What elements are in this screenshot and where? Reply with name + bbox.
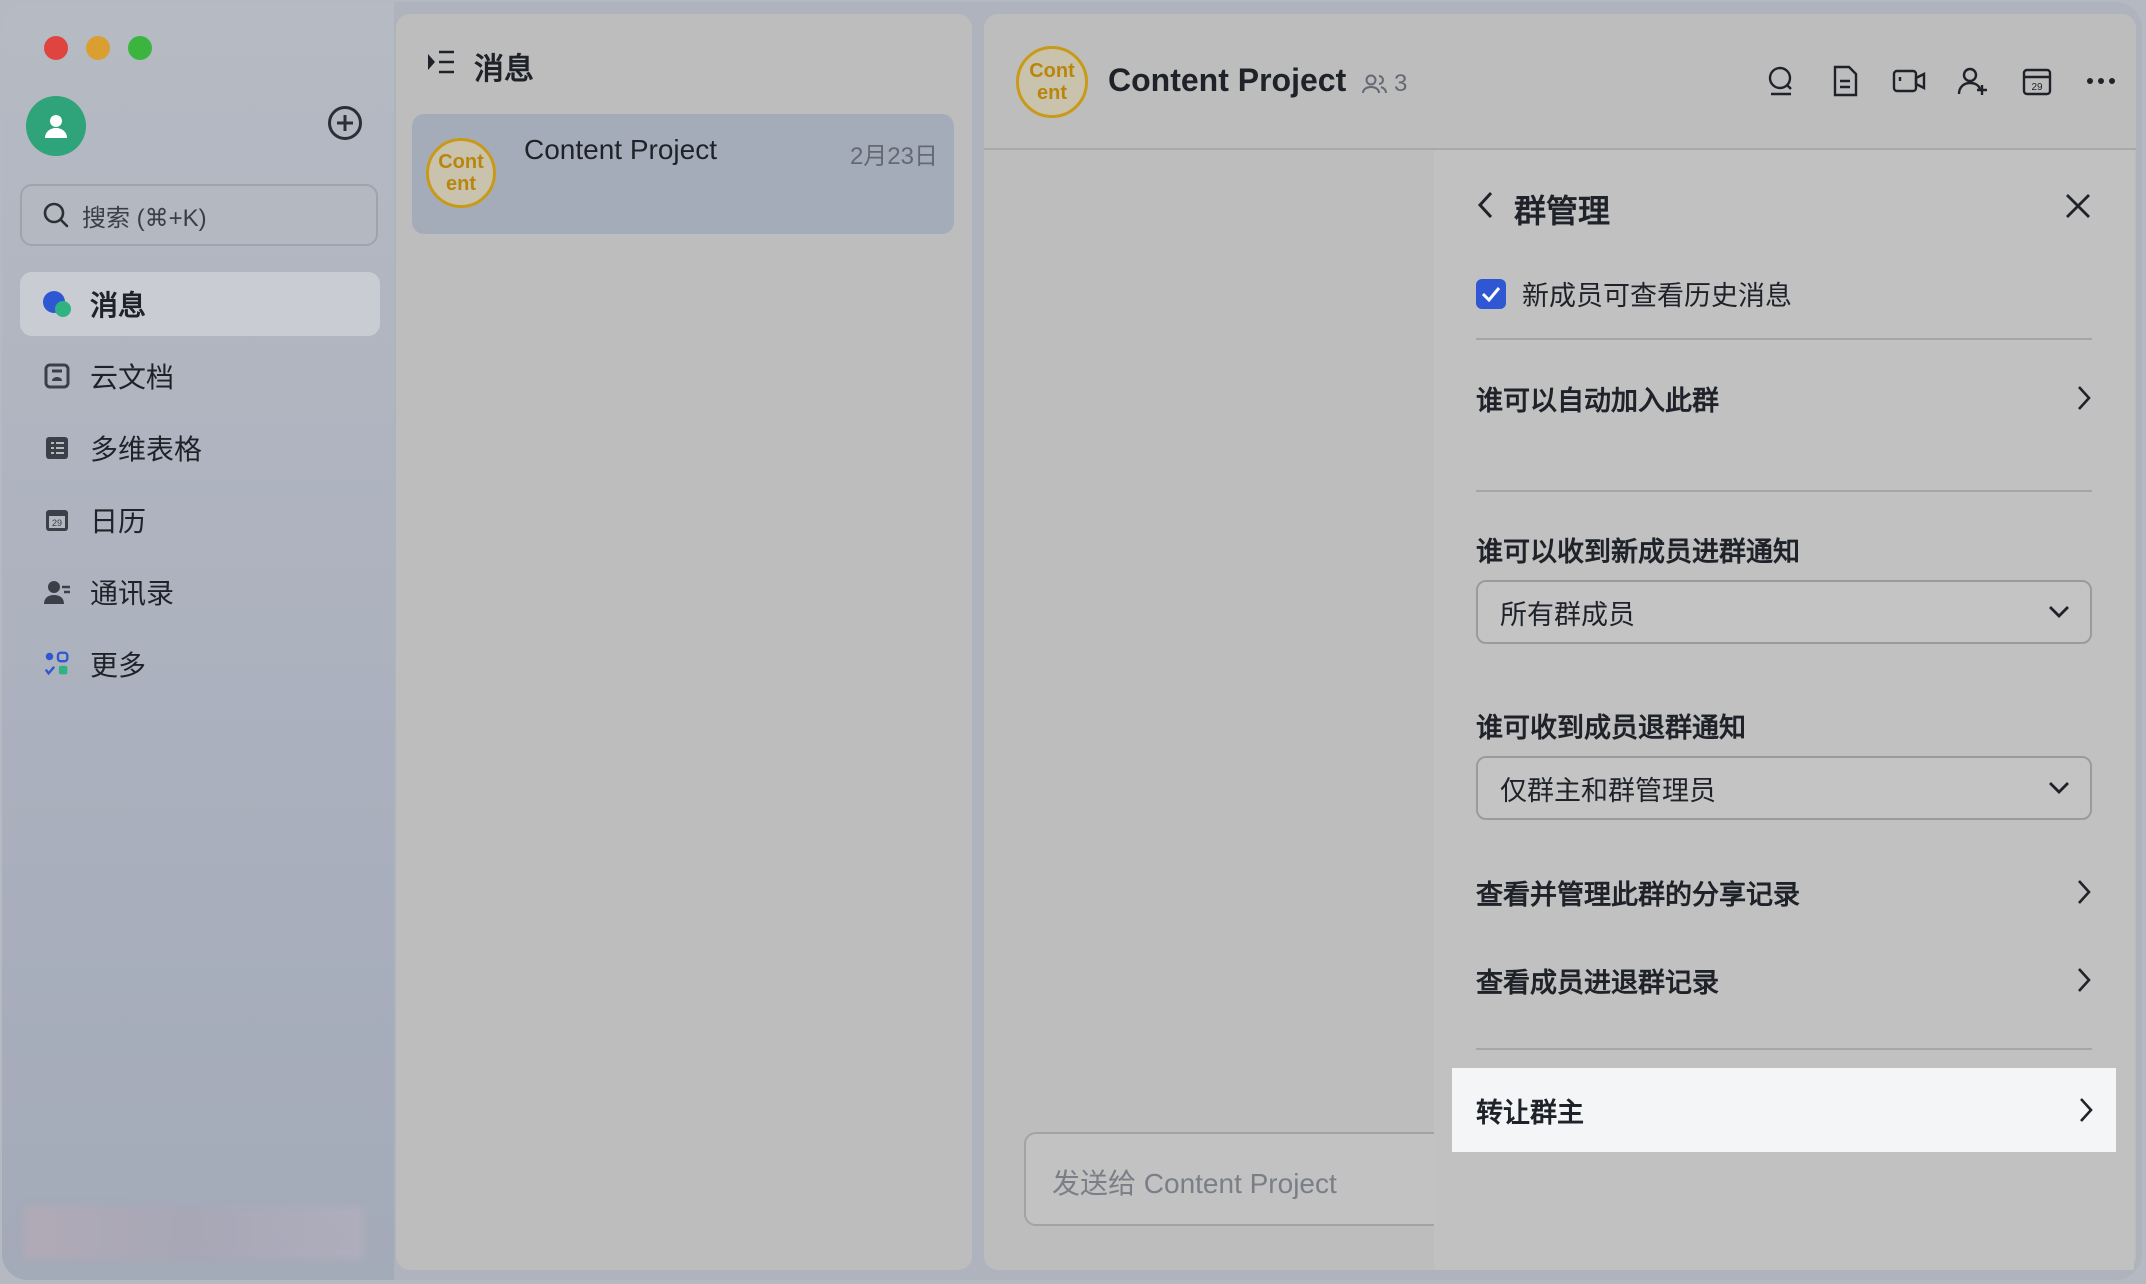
message-list-header: 消息 [426,44,534,88]
sidebar-item-calendar[interactable]: 29 日历 [20,488,380,552]
history-visible-checkbox[interactable] [1476,278,1506,309]
share-records-label: 查看并管理此群的分享记录 [1476,879,1800,910]
calendar-event-icon[interactable]: 29 [2020,64,2054,98]
sidebar-item-label: 云文档 [90,362,175,393]
leave-notice-value: 仅群主和群管理员 [1500,775,1716,806]
sidebar-item-bitable[interactable]: 多维表格 [20,416,380,480]
group-avatar: Cont ent [426,138,496,208]
sidebar-item-contacts[interactable]: 通讯录 [20,560,380,624]
app-window: 搜索 (⌘+K) 消息 云文档 多维表格 29 日历 通讯录 更多 消息 Con… [2,2,2142,1280]
sidebar-nav: 消息 云文档 多维表格 29 日历 通讯录 更多 [20,272,380,704]
search-chat-icon[interactable] [1764,64,1798,98]
message-list-title: 消息 [474,53,534,86]
member-records-label: 查看成员进退群记录 [1476,967,1719,998]
chevron-down-icon [2049,782,2069,794]
back-button[interactable] [1476,190,1494,228]
share-records-setting[interactable]: 查看并管理此群的分享记录 [1476,862,2092,922]
sidebar-item-label: 更多 [90,650,147,681]
svg-text:29: 29 [2031,82,2043,93]
group-management-drawer: 群管理 新成员可查看历史消息 谁可以自动加入此群 谁可以收到新成员进群通知 所有… [1434,150,2134,1270]
cloud-doc-icon [42,361,72,391]
join-notice-label: 谁可以收到新成员进群通知 [1476,537,1800,567]
svg-text:29: 29 [52,518,62,528]
join-notice-value: 所有群成员 [1500,599,1635,630]
divider [1476,338,2092,340]
sidebar: 搜索 (⌘+K) 消息 云文档 多维表格 29 日历 通讯录 更多 [2,2,394,1280]
chevron-down-icon [2049,606,2069,618]
sidebar-item-messages[interactable]: 消息 [20,272,380,336]
transfer-owner-setting[interactable]: 转让群主 [1452,1068,2116,1152]
checkmark-icon [1481,286,1501,302]
chat-bubble-icon [42,289,72,319]
minimize-window-button[interactable] [86,36,110,60]
member-count-value: 3 [1394,70,1408,97]
auto-join-label: 谁可以自动加入此群 [1476,385,1719,416]
user-avatar[interactable] [26,96,86,156]
auto-join-setting[interactable]: 谁可以自动加入此群 [1476,368,2092,428]
sidebar-item-label: 日历 [90,506,147,537]
member-records-setting[interactable]: 查看成员进退群记录 [1476,950,2092,1010]
chat-toolbar: 29 [1764,64,2118,98]
members-icon [1362,74,1387,94]
collapse-list-icon[interactable] [426,48,456,84]
close-icon [2066,194,2090,218]
chevron-right-icon [2080,1098,2093,1122]
chevron-left-icon [1477,191,1493,219]
divider [1476,1048,2092,1050]
video-call-icon[interactable] [1892,64,1926,98]
leave-notice-label: 谁可收到成员退群通知 [1476,713,1746,743]
table-icon [42,433,72,463]
add-member-icon[interactable] [1956,64,1990,98]
leave-notice-select[interactable]: 仅群主和群管理员 [1476,756,2092,820]
history-visible-label: 新成员可查看历史消息 [1522,281,1792,311]
transfer-owner-label: 转让群主 [1476,1097,1584,1128]
person-icon [45,115,67,138]
join-notice-select[interactable]: 所有群成员 [1476,580,2092,644]
divider [1476,490,2092,492]
chevron-right-icon [2078,880,2091,904]
close-window-button[interactable] [44,36,68,60]
sidebar-item-label: 消息 [90,290,147,321]
chat-list-item[interactable]: Cont ent Content Project 2月23日 [412,114,954,234]
chevron-right-icon [2078,968,2091,992]
message-list-panel: 消息 Cont ent Content Project 2月23日 [396,14,972,1270]
document-icon[interactable] [1828,64,1862,98]
search-icon [43,202,69,228]
plus-icon [337,115,353,131]
contacts-icon [42,577,72,607]
search-placeholder: 搜索 (⌘+K) [82,204,207,232]
close-button[interactable] [2064,192,2092,225]
calendar-icon: 29 [42,505,72,535]
more-options-icon[interactable] [2084,64,2118,98]
composer-placeholder: 发送给 Content Project [1052,1168,1337,1199]
add-button[interactable] [328,106,362,140]
window-controls [44,36,152,60]
chat-title[interactable]: Content Project [1108,62,1346,99]
chat-date: 2月23日 [849,143,938,170]
sidebar-item-label: 通讯录 [90,578,175,609]
apps-icon [42,649,72,679]
group-avatar[interactable]: Cont ent [1016,46,1088,118]
history-visible-option[interactable]: 新成员可查看历史消息 [1476,274,1792,313]
sidebar-footer-blurred [24,1206,364,1260]
member-count[interactable]: 3 [1362,70,1407,98]
chat-header: Cont ent Content Project 3 29 [984,14,2136,150]
chat-name: Content Project [524,134,717,165]
sidebar-item-more[interactable]: 更多 [20,632,380,696]
drawer-title: 群管理 [1514,193,1611,229]
sidebar-item-label: 多维表格 [90,434,203,465]
zoom-window-button[interactable] [128,36,152,60]
sidebar-item-docs[interactable]: 云文档 [20,344,380,408]
chevron-right-icon [2078,386,2091,410]
search-box[interactable]: 搜索 (⌘+K) [20,184,378,246]
